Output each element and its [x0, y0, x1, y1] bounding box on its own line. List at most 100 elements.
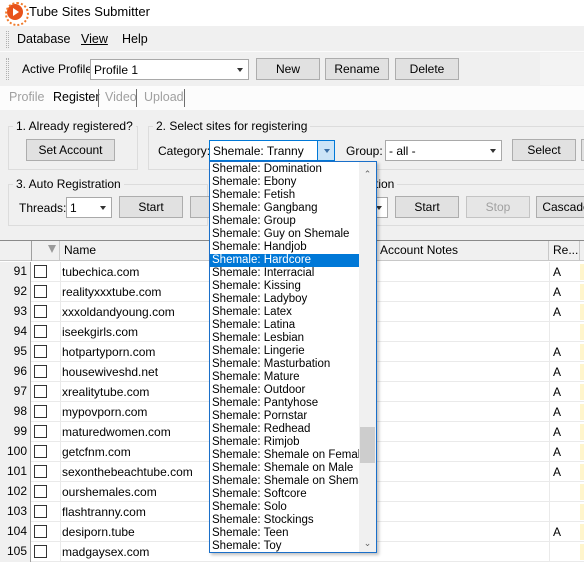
header-account-notes[interactable]: Account Notes: [376, 241, 549, 261]
site-name[interactable]: mypovporn.com: [62, 402, 147, 422]
menu-view[interactable]: View: [81, 32, 108, 46]
menubar-grip[interactable]: [6, 31, 9, 48]
category-option[interactable]: Shemale: Gangbang: [210, 202, 360, 215]
toolbar-grip[interactable]: [6, 58, 9, 80]
category-option[interactable]: Shemale: Interracial: [210, 267, 360, 280]
category-option[interactable]: Shemale: Ladyboy: [210, 293, 360, 306]
category-option[interactable]: Shemale: Outdoor: [210, 384, 360, 397]
scroll-up-icon[interactable]: ⌃: [363, 170, 372, 179]
active-profile-select[interactable]: Profile 1: [90, 59, 249, 80]
site-name[interactable]: madgaysex.com: [62, 542, 149, 562]
category-option[interactable]: Shemale: Shemale on Shemale: [210, 475, 374, 488]
category-option[interactable]: Shemale: Ebony: [210, 176, 360, 189]
threads-label: Threads:: [19, 201, 67, 215]
category-option[interactable]: Shemale: Teen: [210, 527, 360, 540]
tab-video[interactable]: Video: [105, 90, 137, 104]
category-option[interactable]: Shemale: Pantyhose: [210, 397, 360, 410]
row-checkbox[interactable]: [34, 445, 47, 458]
scroll-down-icon[interactable]: ⌄: [363, 539, 372, 548]
site-name[interactable]: realityxxxtube.com: [62, 282, 161, 302]
start-button[interactable]: Start: [395, 196, 459, 218]
new-profile-button[interactable]: New: [256, 58, 320, 80]
site-name[interactable]: xxxoldandyoung.com: [62, 302, 175, 322]
group-select[interactable]: - all -: [385, 140, 502, 161]
column-divider: [60, 362, 61, 382]
row-checkbox[interactable]: [34, 285, 47, 298]
row-checkbox[interactable]: [34, 425, 47, 438]
category-option[interactable]: Shemale: Masturbation: [210, 358, 360, 371]
header-extra[interactable]: [580, 241, 584, 261]
row-checkbox[interactable]: [34, 525, 47, 538]
category-option[interactable]: Shemale: Group: [210, 215, 360, 228]
rename-profile-button[interactable]: Rename: [325, 58, 389, 80]
category-dropdown-list[interactable]: Shemale: Domination Shemale: Ebony Shemale…: [209, 161, 377, 553]
site-name[interactable]: hotpartyporn.com: [62, 342, 155, 362]
site-name[interactable]: getcfnm.com: [62, 442, 131, 462]
threads-select[interactable]: 1: [66, 197, 112, 218]
row-checkbox[interactable]: [34, 545, 47, 558]
row-checkbox[interactable]: [34, 325, 47, 338]
site-name[interactable]: flashtranny.com: [62, 502, 146, 522]
scrollbar-thumb[interactable]: [360, 426, 375, 463]
chevron-down-icon[interactable]: [484, 141, 501, 160]
site-name[interactable]: desiporn.tube: [62, 522, 135, 542]
row-checkbox[interactable]: [34, 345, 47, 358]
category-option[interactable]: Shemale: Pornstar: [210, 410, 360, 423]
category-option[interactable]: Shemale: Kissing: [210, 280, 360, 293]
site-name[interactable]: sexonthebeachtube.com: [62, 462, 193, 482]
set-account-button[interactable]: Set Account: [26, 139, 115, 161]
site-name[interactable]: maturedwomen.com: [62, 422, 171, 442]
category-option[interactable]: Shemale: Solo: [210, 501, 360, 514]
tab-profile[interactable]: Profile: [9, 90, 44, 104]
chevron-down-icon[interactable]: [94, 198, 111, 217]
category-option[interactable]: Shemale: Hardcore: [210, 254, 360, 267]
header-re[interactable]: Re...: [549, 241, 580, 261]
category-option[interactable]: Shemale: Domination: [210, 163, 360, 176]
row-checkbox[interactable]: [34, 485, 47, 498]
category-option[interactable]: Shemale: Toy: [210, 540, 360, 552]
menu-database[interactable]: Database: [17, 32, 71, 46]
row-checkbox[interactable]: [34, 305, 47, 318]
category-option[interactable]: Shemale: Latex: [210, 306, 360, 319]
menu-help[interactable]: Help: [122, 32, 148, 46]
tab-upload[interactable]: Upload: [144, 90, 184, 104]
row-checkbox[interactable]: [34, 365, 47, 378]
tab-separator: [184, 89, 185, 107]
delete-profile-button[interactable]: Delete: [395, 58, 459, 80]
category-option[interactable]: Shemale: Softcore: [210, 488, 360, 501]
row-checkbox[interactable]: [34, 505, 47, 518]
dropdown-scrollbar[interactable]: ⌃ ⌄: [359, 162, 376, 552]
category-option[interactable]: Shemale: Shemale on Female: [210, 449, 367, 462]
category-option[interactable]: Shemale: Redhead: [210, 423, 360, 436]
row-checkbox[interactable]: [34, 385, 47, 398]
tab-register[interactable]: Register: [53, 90, 100, 104]
category-option[interactable]: Shemale: Mature: [210, 371, 360, 384]
cascade-button[interactable]: Cascade: [536, 196, 584, 218]
status-cell: [580, 444, 584, 460]
select-button[interactable]: Select: [512, 139, 576, 161]
chevron-down-icon[interactable]: [231, 60, 248, 79]
chevron-down-icon[interactable]: [317, 141, 334, 160]
category-option[interactable]: Shemale: Handjob: [210, 241, 360, 254]
site-name[interactable]: housewiveshd.net: [62, 362, 158, 382]
header-filter[interactable]: [32, 241, 60, 261]
filter-icon[interactable]: [48, 245, 56, 253]
category-option[interactable]: Shemale: Lesbian: [210, 332, 360, 345]
category-option[interactable]: Shemale: Fetish: [210, 189, 360, 202]
site-name[interactable]: ourshemales.com: [62, 482, 157, 502]
category-option[interactable]: Shemale: Guy on Shemale: [210, 228, 360, 241]
row-checkbox[interactable]: [34, 265, 47, 278]
category-select[interactable]: Shemale: Tranny: [209, 140, 335, 161]
site-name[interactable]: iseekgirls.com: [62, 322, 138, 342]
site-name[interactable]: tubechica.com: [62, 262, 139, 282]
category-option[interactable]: Shemale: Lingerie: [210, 345, 360, 358]
site-name[interactable]: xrealitytube.com: [62, 382, 149, 402]
category-option[interactable]: Shemale: Stockings: [210, 514, 360, 527]
column-divider: [549, 322, 550, 342]
category-option[interactable]: Shemale: Rimjob: [210, 436, 360, 449]
auto-start-button[interactable]: Start: [119, 196, 183, 218]
row-checkbox[interactable]: [34, 465, 47, 478]
row-checkbox[interactable]: [34, 405, 47, 418]
category-option[interactable]: Shemale: Shemale on Male: [210, 462, 360, 475]
category-option[interactable]: Shemale: Latina: [210, 319, 360, 332]
